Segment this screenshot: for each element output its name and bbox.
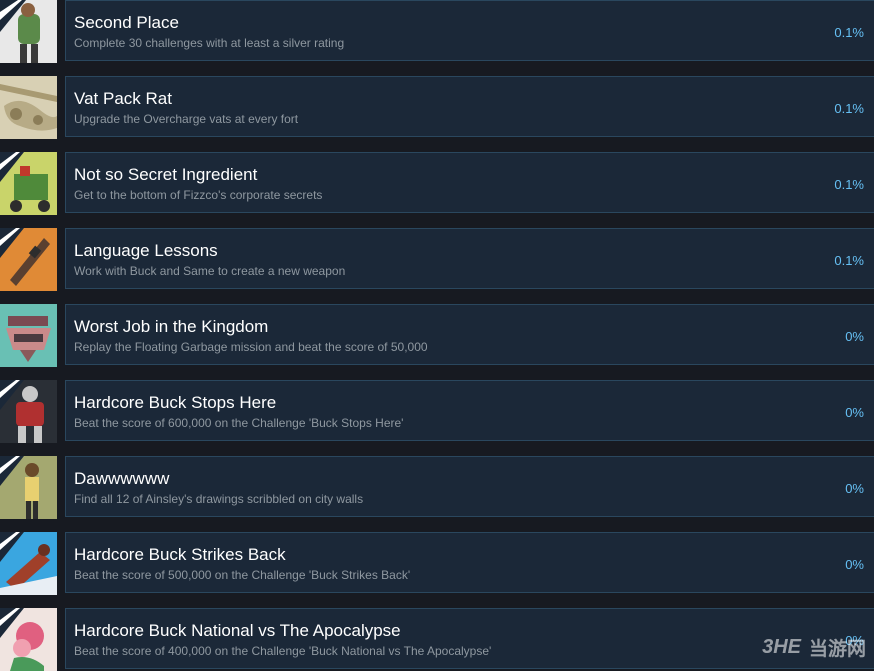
- unlock-percentage: 0.1%: [834, 177, 864, 192]
- achievement-panel: Language Lessons Work with Buck and Same…: [65, 228, 874, 289]
- achievement-row: Worst Job in the Kingdom Replay the Floa…: [0, 304, 874, 367]
- achievement-row: Hardcore Buck Stops Here Beat the score …: [0, 380, 874, 443]
- achievement-panel: Hardcore Buck Strikes Back Beat the scor…: [65, 532, 874, 593]
- achievement-panel: Hardcore Buck National vs The Apocalypse…: [65, 608, 874, 669]
- unlock-percentage: 0.1%: [834, 253, 864, 268]
- achievement-title: Worst Job in the Kingdom: [74, 317, 269, 336]
- achievement-description: Find all 12 of Ainsley's drawings scribb…: [74, 492, 364, 506]
- achievement-panel: Dawwwwww Find all 12 of Ainsley's drawin…: [65, 456, 874, 517]
- achievement-title: Second Place: [74, 13, 179, 32]
- watermark-logo: 3HE: [762, 636, 801, 658]
- achievement-row: Hardcore Buck Strikes Back Beat the scor…: [0, 532, 874, 595]
- machine-icon: [0, 152, 57, 215]
- achievement-row: Dawwwwww Find all 12 of Ainsley's drawin…: [0, 456, 874, 519]
- unlock-percentage: 0%: [845, 329, 864, 344]
- garbage-icon: [0, 304, 57, 367]
- achievement-list: Second Place Complete 30 challenges with…: [0, 0, 874, 671]
- achievement-description: Replay the Floating Garbage mission and …: [74, 340, 428, 354]
- achievement-title: Vat Pack Rat: [74, 89, 172, 108]
- achievement-description: Upgrade the Overcharge vats at every for…: [74, 112, 299, 126]
- character-icon: [0, 0, 57, 63]
- achievement-description: Get to the bottom of Fizzco's corporate …: [74, 188, 323, 202]
- achievement-panel: Second Place Complete 30 challenges with…: [65, 0, 874, 61]
- watermark-text: 当游网: [808, 639, 866, 660]
- achievement-description: Beat the score of 400,000 on the Challen…: [74, 644, 492, 658]
- achievement-panel: Hardcore Buck Stops Here Beat the score …: [65, 380, 874, 441]
- achievement-panel: Worst Job in the Kingdom Replay the Floa…: [65, 304, 874, 365]
- achievement-panel: Not so Secret Ingredient Get to the bott…: [65, 152, 874, 213]
- site-watermark: 3HE 当游网: [762, 634, 866, 661]
- achievement-description: Beat the score of 500,000 on the Challen…: [74, 568, 411, 582]
- achievement-row: Language Lessons Work with Buck and Same…: [0, 228, 874, 291]
- achievement-title: Hardcore Buck Strikes Back: [74, 545, 286, 564]
- achievement-panel: Vat Pack Rat Upgrade the Overcharge vats…: [65, 76, 874, 137]
- unlock-percentage: 0%: [845, 481, 864, 496]
- vat-icon: [0, 76, 57, 139]
- achievement-title: Language Lessons: [74, 241, 218, 260]
- achievement-title: Not so Secret Ingredient: [74, 165, 258, 184]
- weapon-icon: [0, 228, 57, 291]
- achievement-description: Work with Buck and Same to create a new …: [74, 264, 346, 278]
- unlock-percentage: 0.1%: [834, 101, 864, 116]
- achievement-row: Second Place Complete 30 challenges with…: [0, 0, 874, 63]
- flower-icon: [0, 608, 57, 671]
- achievement-description: Complete 30 challenges with at least a s…: [74, 36, 345, 50]
- unlock-percentage: 0%: [845, 405, 864, 420]
- achievement-description: Beat the score of 600,000 on the Challen…: [74, 416, 404, 430]
- fighter-icon: [0, 532, 57, 595]
- achievement-title: Hardcore Buck National vs The Apocalypse: [74, 621, 401, 640]
- unlock-percentage: 0%: [845, 557, 864, 572]
- achievement-row: Hardcore Buck National vs The Apocalypse…: [0, 608, 874, 671]
- achievement-title: Dawwwwww: [74, 469, 170, 488]
- achievement-title: Hardcore Buck Stops Here: [74, 393, 277, 412]
- robot-icon: [0, 380, 57, 443]
- girl-icon: [0, 456, 57, 519]
- unlock-percentage: 0.1%: [834, 25, 864, 40]
- achievement-row: Not so Secret Ingredient Get to the bott…: [0, 152, 874, 215]
- achievement-row: Vat Pack Rat Upgrade the Overcharge vats…: [0, 76, 874, 139]
